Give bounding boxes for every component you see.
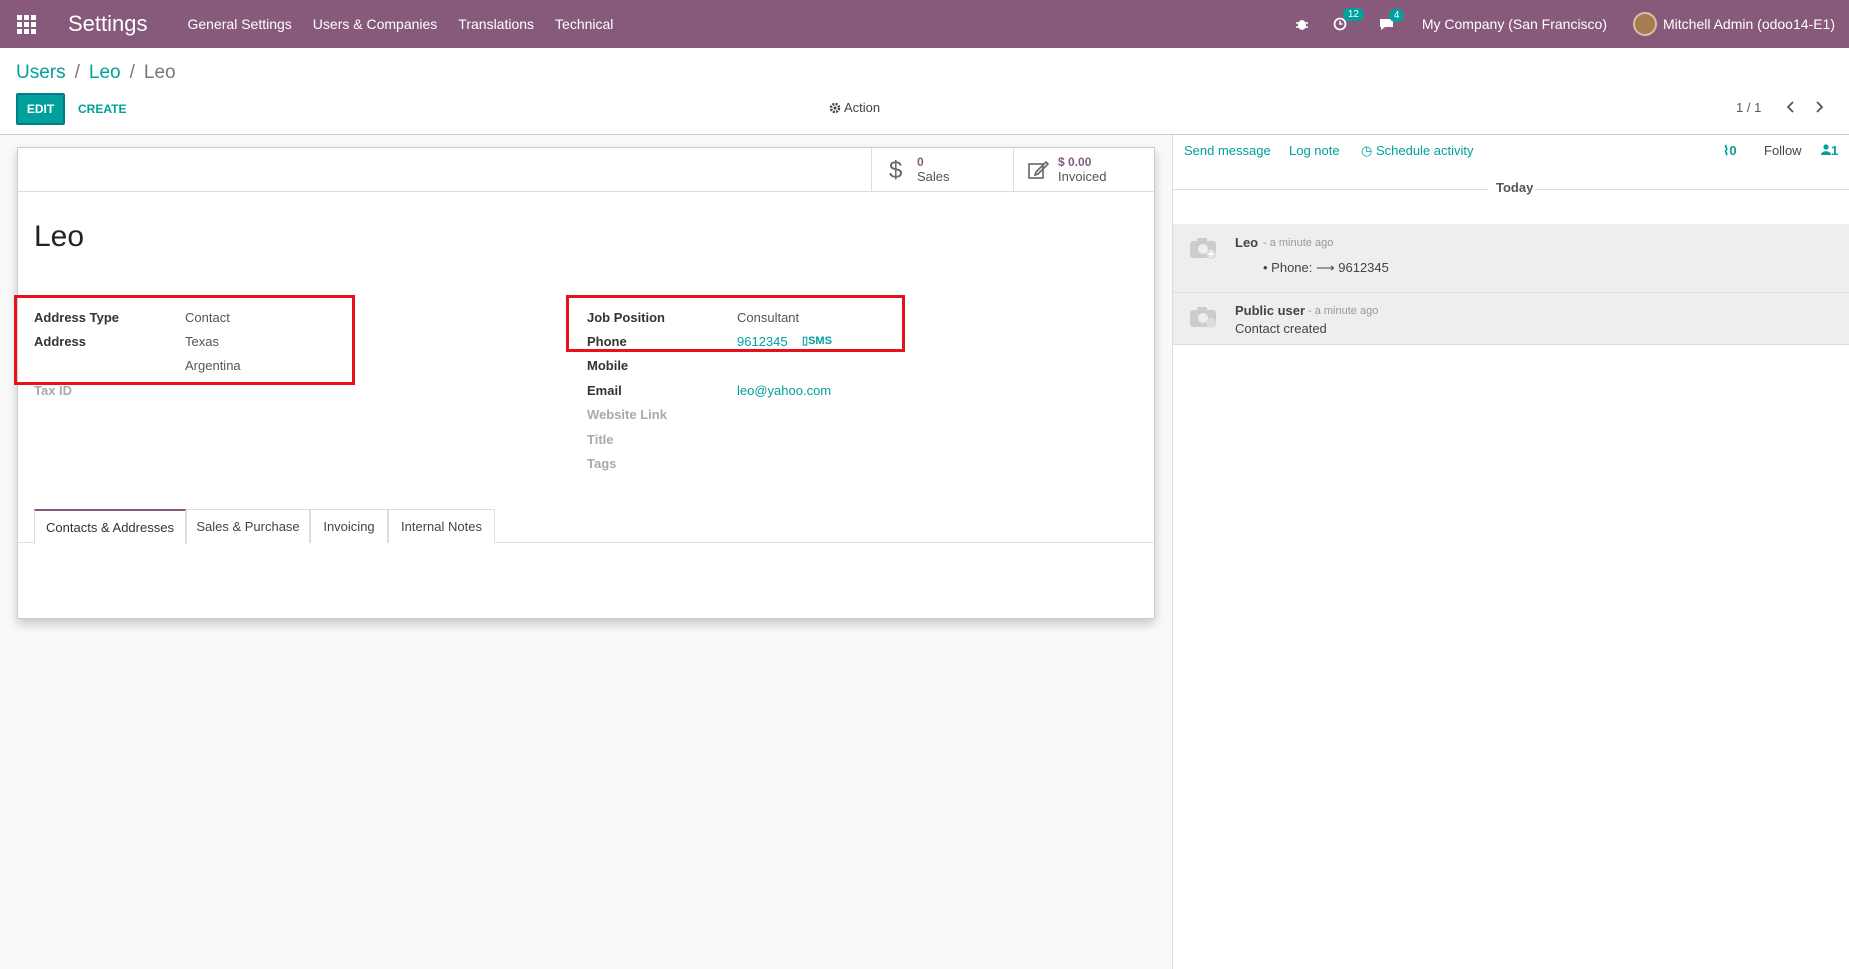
tab-internal-notes[interactable]: Internal Notes: [388, 509, 495, 543]
address-type-label: Address Type: [34, 310, 120, 325]
invoiced-value: $ 0.00: [1058, 155, 1092, 169]
address-type-value: Contact: [185, 310, 230, 325]
message-body: Contact created: [1235, 321, 1327, 336]
message-item: Public user - a minute ago Contact creat…: [1173, 293, 1849, 345]
create-button[interactable]: CREATE: [78, 93, 126, 125]
menu-users-companies[interactable]: Users & Companies: [313, 16, 438, 32]
invoiced-stat-button[interactable]: $ 0.00 Invoiced: [1013, 148, 1154, 191]
edit-invoice-icon: [1028, 160, 1050, 179]
invoiced-label: Invoiced: [1058, 169, 1107, 184]
schedule-activity-button[interactable]: ◷ Schedule activity: [1361, 143, 1474, 159]
svg-text:$: $: [889, 158, 902, 182]
menu-general-settings[interactable]: General Settings: [188, 16, 292, 32]
pager-next-button[interactable]: [1809, 97, 1829, 117]
message-date: - a minute ago: [1263, 237, 1334, 249]
menu-translations[interactable]: Translations: [458, 16, 534, 32]
form-view: $ 0 Sales $ 0.00 Invoiced Leo Address Ty…: [0, 135, 1173, 969]
date-separator: Today: [1173, 180, 1849, 200]
activity-count-badge: 12: [1342, 8, 1364, 21]
chevron-right-icon: [1816, 101, 1824, 113]
sales-label: Sales: [917, 169, 950, 184]
email-label: Email: [587, 383, 622, 398]
breadcrumb-users[interactable]: Users: [16, 62, 66, 84]
website-label: Website Link: [587, 407, 667, 422]
tags-label: Tags: [587, 456, 617, 471]
sms-label: SMS: [808, 335, 832, 347]
message-author[interactable]: Leo: [1235, 235, 1258, 250]
phone-label: Phone: [587, 334, 627, 349]
tab-sales-purchase[interactable]: Sales & Purchase: [186, 509, 310, 543]
job-position-label: Job Position: [587, 310, 665, 325]
menu-technical[interactable]: Technical: [555, 16, 613, 32]
chevron-left-icon: [1786, 101, 1794, 113]
sales-stat-button[interactable]: $ 0 Sales: [871, 148, 1013, 191]
log-note-button[interactable]: Log note: [1289, 143, 1340, 158]
activity-clock-icon[interactable]: 12: [1333, 8, 1364, 31]
address-state: Texas: [185, 334, 219, 349]
avatar: [1633, 12, 1658, 36]
breadcrumb-leo-link[interactable]: Leo: [89, 62, 121, 84]
edit-button[interactable]: EDIT: [16, 93, 65, 125]
message-date: - a minute ago: [1308, 305, 1379, 317]
user-menu[interactable]: Mitchell Admin (odoo14-E1): [1633, 12, 1835, 36]
top-navbar: Settings General Settings Users & Compan…: [0, 0, 1849, 48]
tab-invoicing[interactable]: Invoicing: [310, 509, 388, 543]
followers-button[interactable]: 1: [1821, 143, 1838, 158]
sales-value: 0: [917, 155, 924, 169]
pager-value[interactable]: 1 / 1: [1736, 100, 1761, 115]
followers-count: 1: [1831, 143, 1839, 158]
message-item: Leo - a minute ago • Phone: ⟶ 9612345: [1173, 224, 1849, 293]
job-position-value: Consultant: [737, 310, 800, 325]
date-separator-label: Today: [1496, 180, 1534, 195]
title-label: Title: [587, 432, 614, 447]
arrow-right-icon: ⟶: [1316, 260, 1335, 275]
debug-bug-icon[interactable]: [1295, 17, 1309, 31]
message-author[interactable]: Public user: [1235, 303, 1305, 318]
control-panel: Users / Leo / Leo EDIT CREATE Action 1 /…: [0, 48, 1849, 135]
clock-icon: ◷: [1361, 143, 1373, 158]
app-title[interactable]: Settings: [68, 11, 148, 37]
follow-button[interactable]: Follow: [1764, 143, 1802, 158]
address-label: Address: [34, 334, 87, 349]
email-link[interactable]: leo@yahoo.com: [737, 383, 831, 398]
partner-name: Leo: [34, 220, 85, 253]
mobile-label: Mobile: [587, 358, 629, 373]
camera-avatar-icon: [1190, 307, 1216, 328]
message-count-badge: 4: [1388, 8, 1405, 22]
apps-menu-icon[interactable]: [0, 0, 52, 48]
user-icon: [1821, 144, 1831, 155]
breadcrumb: Users / Leo / Leo: [16, 62, 176, 84]
smart-button-box: $ 0 Sales $ 0.00 Invoiced: [18, 148, 1154, 192]
action-dropdown[interactable]: Action: [829, 100, 880, 115]
tax-id-label: Tax ID: [34, 383, 73, 398]
gear-icon: [829, 102, 841, 113]
action-label: Action: [844, 100, 881, 115]
form-sheet: $ 0 Sales $ 0.00 Invoiced Leo Address Ty…: [14, 147, 1155, 619]
phone-link[interactable]: 9612345: [737, 334, 788, 349]
address-country: Argentina: [185, 358, 241, 373]
camera-avatar-icon: [1190, 238, 1216, 259]
notebook-tabs: Contacts & Addresses Sales & Purchase In…: [18, 509, 1154, 544]
attachments-count: 0: [1729, 143, 1737, 158]
chatter-panel: Send message Log note ◷ Schedule activit…: [1172, 135, 1849, 969]
schedule-activity-label: Schedule activity: [1375, 143, 1474, 158]
dollar-icon: $: [889, 158, 902, 182]
messages-chat-icon[interactable]: 4: [1379, 8, 1405, 31]
attachments-button[interactable]: ⌇0: [1723, 143, 1737, 159]
company-switcher[interactable]: My Company (San Francisco): [1422, 16, 1607, 32]
sms-button[interactable]: ▯SMS: [802, 334, 832, 347]
user-name: Mitchell Admin (odoo14-E1): [1663, 16, 1835, 32]
tab-contacts-addresses[interactable]: Contacts & Addresses: [34, 509, 186, 544]
pager-previous-button[interactable]: [1781, 97, 1801, 117]
breadcrumb-current: Leo: [143, 62, 176, 83]
send-message-button[interactable]: Send message: [1184, 143, 1271, 158]
message-tracking-value: • Phone: ⟶ 9612345: [1263, 260, 1389, 275]
